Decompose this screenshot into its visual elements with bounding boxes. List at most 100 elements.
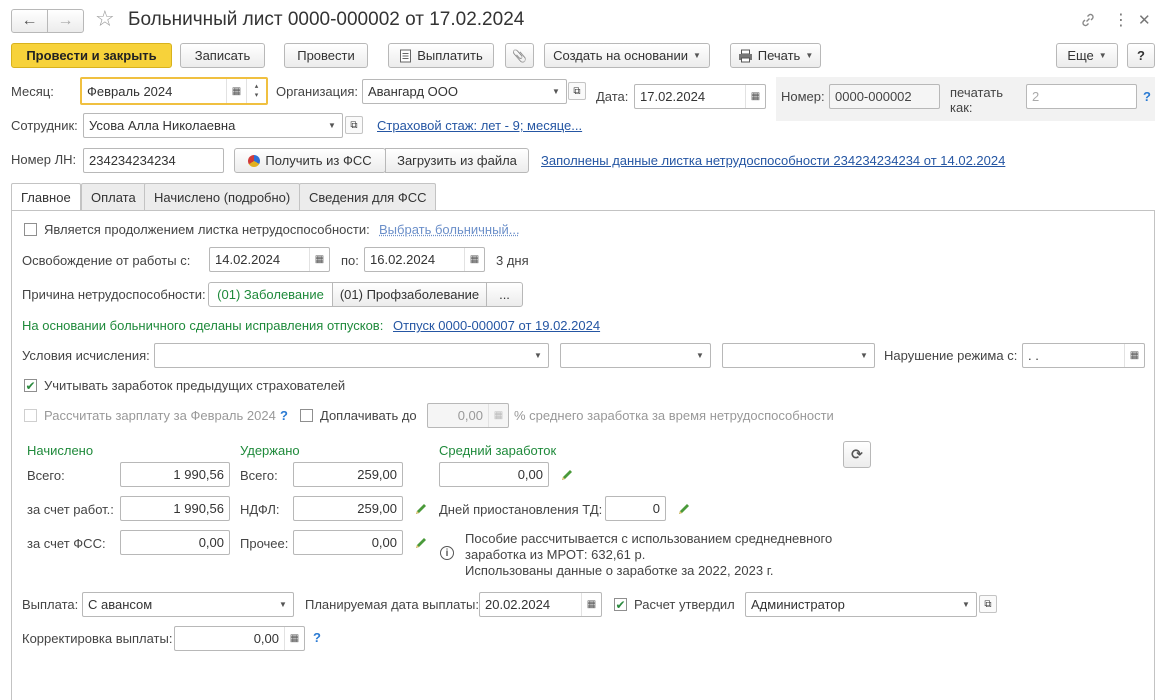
- number-field[interactable]: 0000-000002: [829, 84, 940, 109]
- release-to-field[interactable]: 16.02.2024 ▦: [364, 247, 485, 272]
- dropdown-arrow-icon[interactable]: ▼: [854, 344, 874, 367]
- attach-button[interactable]: 📎: [505, 43, 534, 68]
- link-icon[interactable]: [1080, 12, 1096, 28]
- reason-option-disease[interactable]: (01) Заболевание: [208, 282, 333, 307]
- consider-earnings-checkbox[interactable]: ✔: [24, 379, 37, 392]
- open-window-icon: ⧉: [350, 120, 357, 131]
- dropdown-arrow-icon[interactable]: ▼: [956, 593, 976, 616]
- paperclip-icon: 📎: [512, 49, 527, 63]
- date-label: Дата:: [596, 89, 628, 104]
- ln-number-label: Номер ЛН:: [11, 152, 76, 167]
- employee-field[interactable]: Усова Алла Николаевна ▼: [83, 113, 343, 138]
- close-icon[interactable]: ✕: [1138, 11, 1151, 29]
- dropdown-arrow-icon: ▼: [1099, 51, 1107, 60]
- calendar-icon[interactable]: ▦: [1124, 344, 1144, 367]
- approved-checkbox[interactable]: ✔: [614, 598, 627, 611]
- month-label: Месяц:: [11, 84, 54, 99]
- dropdown-arrow-icon[interactable]: ▼: [690, 344, 710, 367]
- get-from-fss-button[interactable]: Получить из ФСС: [234, 148, 386, 173]
- suspension-days-label: Дней приостановления ТД:: [439, 502, 602, 517]
- withheld-header: Удержано: [240, 443, 300, 458]
- topup-percent-field[interactable]: 0,00 ▦: [427, 403, 509, 428]
- open-approver-button[interactable]: ⧉: [979, 595, 997, 613]
- violation-date-field[interactable]: . . ▦: [1022, 343, 1145, 368]
- continuation-checkbox[interactable]: [24, 223, 37, 236]
- help-button[interactable]: ?: [1127, 43, 1155, 68]
- calculator-icon[interactable]: ▦: [284, 627, 304, 650]
- forward-button[interactable]: →: [47, 9, 84, 33]
- open-employee-button[interactable]: ⧉: [345, 116, 363, 134]
- dropdown-arrow-icon: ▼: [693, 51, 701, 60]
- refresh-icon: ⟳: [851, 446, 863, 463]
- spin-stepper[interactable]: ▴ ▾: [246, 79, 266, 103]
- ndfl-label: НДФЛ:: [240, 502, 280, 517]
- dropdown-arrow-icon[interactable]: ▼: [528, 344, 548, 367]
- calendar-icon[interactable]: ▦: [464, 248, 484, 271]
- create-based-button[interactable]: Создать на основании ▼: [544, 43, 710, 68]
- conditions-field-2[interactable]: ▼: [560, 343, 711, 368]
- calculator-icon[interactable]: ▦: [488, 404, 508, 427]
- refresh-button[interactable]: ⟳: [843, 441, 871, 468]
- print-button[interactable]: Печать ▼: [730, 43, 821, 68]
- pencil-icon[interactable]: [677, 502, 691, 516]
- print-as-label: печатать как:: [950, 85, 1003, 115]
- tab-main[interactable]: Главное: [11, 183, 81, 211]
- calendar-icon[interactable]: ▦: [581, 593, 601, 616]
- open-window-icon: ⧉: [573, 86, 580, 97]
- dropdown-arrow-icon[interactable]: ▼: [273, 593, 293, 616]
- star-icon[interactable]: ☆: [95, 6, 115, 32]
- tab-fss-info[interactable]: Сведения для ФСС: [299, 183, 436, 210]
- month-field[interactable]: Февраль 2024 ▦ ▴ ▾: [80, 77, 268, 105]
- reason-option-occupational[interactable]: (01) Профзаболевание: [332, 282, 487, 307]
- help-question-icon[interactable]: ?: [313, 630, 321, 645]
- choose-sick-leave-link[interactable]: Выбрать больничный...: [379, 222, 520, 237]
- post-and-close-button[interactable]: Провести и закрыть: [11, 43, 172, 68]
- approved-by-field[interactable]: Администратор ▼: [745, 592, 977, 617]
- filled-data-link[interactable]: Заполнены данные листка нетрудоспособнос…: [541, 153, 1005, 168]
- back-button[interactable]: ←: [11, 9, 48, 33]
- info-icon: i: [440, 546, 454, 560]
- insurance-record-link[interactable]: Страховой стаж: лет - 9; месяце...: [377, 118, 582, 133]
- calendar-icon[interactable]: ▦: [745, 85, 765, 108]
- ln-number-field[interactable]: 234234234234: [83, 148, 224, 173]
- pencil-icon[interactable]: [560, 468, 574, 482]
- calendar-icon[interactable]: ▦: [226, 79, 246, 103]
- calc-salary-checkbox[interactable]: [24, 409, 37, 422]
- load-from-file-button[interactable]: Загрузить из файла: [385, 148, 529, 173]
- conditions-label: Условия исчисления:: [22, 348, 150, 363]
- dropdown-arrow-icon[interactable]: ▼: [546, 80, 566, 103]
- help-question-icon[interactable]: ?: [1143, 89, 1151, 104]
- dropdown-arrow-icon[interactable]: ▼: [322, 114, 342, 137]
- pay-button[interactable]: Выплатить: [388, 43, 494, 68]
- vacation-correction-link[interactable]: Отпуск 0000-000007 от 19.02.2024: [393, 318, 600, 333]
- conditions-field-3[interactable]: ▼: [722, 343, 875, 368]
- withheld-total-field: 259,00: [293, 462, 403, 487]
- help-question-icon[interactable]: ?: [280, 408, 288, 423]
- payout-correction-label: Корректировка выплаты:: [22, 631, 172, 646]
- other-label: Прочее:: [240, 536, 288, 551]
- calendar-icon[interactable]: ▦: [309, 248, 329, 271]
- date-field[interactable]: 17.02.2024 ▦: [634, 84, 766, 109]
- payout-correction-field[interactable]: 0,00 ▦: [174, 626, 305, 651]
- employee-label: Сотрудник:: [11, 118, 78, 133]
- more-button[interactable]: Еще ▼: [1056, 43, 1118, 68]
- tab-payment[interactable]: Оплата: [81, 183, 146, 210]
- pencil-icon[interactable]: [414, 502, 428, 516]
- organization-field[interactable]: Авангард ООО ▼: [362, 79, 567, 104]
- print-as-field[interactable]: 2: [1026, 84, 1137, 109]
- open-organization-button[interactable]: ⧉: [568, 82, 586, 100]
- days-count: 3 дня: [496, 253, 529, 268]
- pencil-icon[interactable]: [414, 536, 428, 550]
- post-button[interactable]: Провести: [284, 43, 368, 68]
- release-from-field[interactable]: 14.02.2024 ▦: [209, 247, 330, 272]
- dropdown-arrow-icon: ▼: [805, 51, 813, 60]
- more-vertical-icon[interactable]: ⋮: [1113, 10, 1129, 30]
- conditions-field-1[interactable]: ▼: [154, 343, 549, 368]
- payout-field[interactable]: С авансом ▼: [82, 592, 294, 617]
- tab-accrued-detailed[interactable]: Начислено (подробно): [144, 183, 300, 210]
- planned-date-field[interactable]: 20.02.2024 ▦: [479, 592, 602, 617]
- document-icon: [399, 49, 412, 63]
- save-button[interactable]: Записать: [180, 43, 265, 68]
- reason-more-button[interactable]: ...: [486, 282, 523, 307]
- topup-checkbox[interactable]: [300, 409, 313, 422]
